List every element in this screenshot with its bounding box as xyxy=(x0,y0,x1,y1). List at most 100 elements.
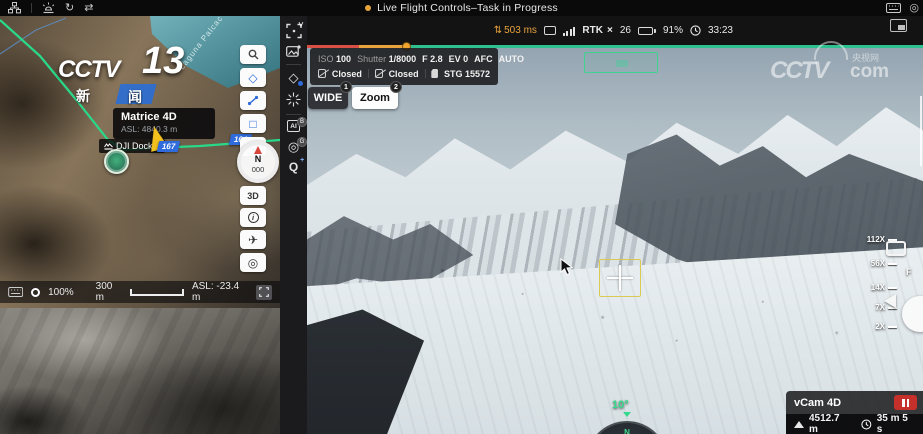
waypoint-167[interactable]: 167 xyxy=(157,141,181,152)
camera-feed-view[interactable]: ⇅ 503 ms RTK × 26 91% 33:23 xyxy=(307,16,923,434)
pip-toggle-icon[interactable] xyxy=(890,19,907,32)
compass-heading-value: 000 xyxy=(241,165,275,174)
accessory-status-row: Closed Closed STG 15572 xyxy=(318,66,490,81)
satellite-icon: × xyxy=(607,25,613,36)
telemetry-items: ⇅ 503 ms RTK × 26 91% 33:23 xyxy=(494,16,733,45)
clock-icon xyxy=(690,25,701,36)
map-locate-button[interactable]: ◎ xyxy=(240,253,266,272)
right-edge-indicator xyxy=(920,96,922,166)
cctv13-logo: CCTV 13 新 闻 xyxy=(50,32,220,112)
map-polygon-tool-button[interactable]: □ xyxy=(240,114,266,133)
elapsed-clock-icon xyxy=(861,419,872,430)
settings-divider xyxy=(425,69,426,78)
rtk-label: RTK xyxy=(582,25,603,36)
ai-detection-box xyxy=(584,52,658,73)
airplane-icon: ✈ xyxy=(248,234,258,246)
view-key-hint: V xyxy=(296,20,306,30)
compass-north-label: N xyxy=(241,154,275,164)
cctv-sub-right: 闻 xyxy=(128,87,142,107)
polyline-icon xyxy=(247,95,259,106)
map-3d-button[interactable]: 3D xyxy=(240,186,266,205)
ev-value: EV 0 xyxy=(449,54,469,64)
recording-dot xyxy=(365,5,371,11)
zoom-level-2x[interactable]: 2X xyxy=(875,322,897,331)
map-pin-tool-button[interactable]: ◇ xyxy=(240,68,266,87)
enhance-button[interactable] xyxy=(280,92,307,107)
elapsed-readout: 35 m 5 s xyxy=(877,413,915,434)
wide-label: WIDE xyxy=(314,92,343,104)
diamond-tool-icon: ◇ xyxy=(289,71,299,84)
map-expand-button[interactable] xyxy=(256,285,272,300)
battery-indicator xyxy=(638,27,656,35)
map-bottom-bar: 100% 300 m ASL: -23.4 m xyxy=(0,281,280,303)
watermark-logo: CCTV xyxy=(770,57,827,85)
latency-arrows-icon: ⇅ xyxy=(494,25,502,36)
map-info-button[interactable]: i xyxy=(240,208,266,227)
cctv-sub-left: 新 xyxy=(76,86,90,106)
titlebar-right-icons: ◎ xyxy=(886,0,919,16)
camera-settings-panel[interactable]: ISO 100 Shutter 1/8000 F 2.8 EV 0 AFC AU… xyxy=(310,48,498,85)
toolbar-divider xyxy=(286,114,301,115)
media-library-button[interactable] xyxy=(280,45,307,58)
alarm-beacon-icon[interactable] xyxy=(42,2,55,14)
live-flight-controls-screen: ↻ ⇄ Live Flight Controls–Task in Progres… xyxy=(0,0,923,434)
secondary-video-thumbnail[interactable] xyxy=(0,308,280,434)
title-bar: ↻ ⇄ Live Flight Controls–Task in Progres… xyxy=(0,0,923,16)
iso-value: 100 xyxy=(336,54,351,64)
magnifier-icon: Q + xyxy=(289,160,298,174)
f-shortcut-hint: F xyxy=(906,267,912,277)
map-scale-label: 300 m xyxy=(96,281,123,303)
side-toolbar: V ◇ AI B ◎ G Q + xyxy=(280,16,307,434)
dock-marker[interactable] xyxy=(104,149,129,174)
shutter-label: Shutter xyxy=(357,54,386,64)
cctv-com-watermark: CCTV 央视网 com xyxy=(770,43,910,91)
zoom-level-56x[interactable]: 56X xyxy=(871,259,897,268)
ai-badge-b: B xyxy=(297,117,307,127)
speaker-status: Closed xyxy=(389,69,419,79)
thumbnail-texture xyxy=(0,308,280,434)
vcam-name: vCam 4D xyxy=(794,397,841,409)
speaker-off-icon xyxy=(375,69,383,78)
pause-button[interactable] xyxy=(894,395,917,410)
keyboard-icon[interactable] xyxy=(886,3,901,13)
mountain-scene xyxy=(307,45,923,434)
lens-wide-button[interactable]: WIDE 1 xyxy=(308,87,348,109)
keyboard-shortcuts-icon[interactable] xyxy=(8,287,23,297)
map-compass[interactable]: N 000 xyxy=(237,141,279,183)
swap-routes-icon[interactable]: ⇄ xyxy=(84,3,93,14)
opacity-indicator-icon[interactable] xyxy=(31,288,40,297)
exposure-mode: AUTO xyxy=(499,54,524,64)
mission-timer: 33:23 xyxy=(708,25,733,36)
sparkle-icon xyxy=(286,92,301,107)
gimbal-pointer-icon xyxy=(884,294,896,308)
device-tree-icon[interactable] xyxy=(8,2,21,14)
info-icon: i xyxy=(248,212,259,223)
settings-divider xyxy=(368,69,369,78)
exposure-settings-row: ISO 100 Shutter 1/8000 F 2.8 EV 0 AFC AU… xyxy=(318,51,490,66)
lens-zoom-button[interactable]: Zoom 2 xyxy=(352,87,398,109)
zoom-tool-button[interactable]: Q + xyxy=(280,160,307,174)
zoom-level-label: 56X xyxy=(871,259,885,268)
zoom-label: Zoom xyxy=(360,92,390,104)
map-polyline-tool-button[interactable] xyxy=(240,91,266,110)
view-switch-icon[interactable] xyxy=(886,241,906,256)
heading-caret xyxy=(623,412,631,417)
zoom-tool-plus: + xyxy=(300,157,304,164)
drone-name: Matrice 4D xyxy=(121,111,207,123)
iso-label: ISO xyxy=(318,54,334,64)
map-search-button[interactable] xyxy=(240,45,266,64)
heading-readout: 10° xyxy=(612,399,629,411)
map-panel[interactable]: Laguna Palcac CCTV 13 新 闻 Matrice 4D ASL… xyxy=(0,16,280,308)
sync-icon[interactable]: ↻ xyxy=(65,3,74,14)
zoom-tool-letter: Q xyxy=(289,160,298,174)
window-title: Live Flight Controls–Task in Progress xyxy=(377,2,558,14)
hud-north-label: N xyxy=(588,428,666,434)
satellite-count: 26 xyxy=(620,25,631,36)
gimbal-badge-g: G xyxy=(297,137,307,147)
titlebar-left-icons: ↻ ⇄ xyxy=(8,0,93,16)
zoom-level-14x[interactable]: 14X xyxy=(871,283,897,292)
map-flight-button[interactable]: ✈ xyxy=(240,230,266,249)
vcam-panel[interactable]: vCam 4D xyxy=(786,391,923,414)
photo-icon xyxy=(286,45,301,58)
record-mode-icon[interactable]: ◎ xyxy=(909,3,919,14)
